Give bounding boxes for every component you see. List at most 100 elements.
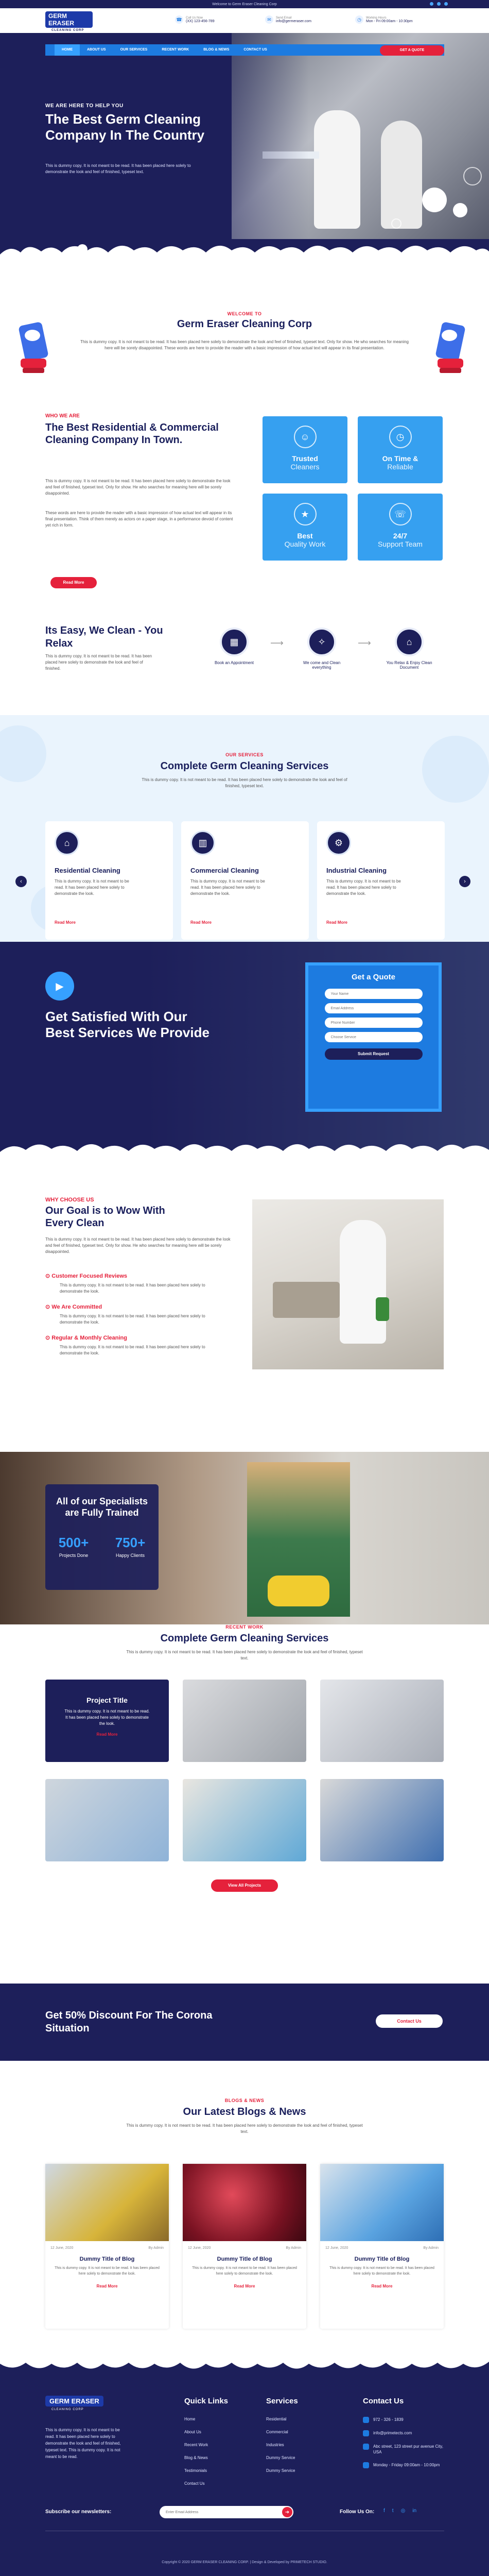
name-field[interactable]: [324, 989, 423, 999]
nav-about[interactable]: ABOUT US: [80, 44, 113, 56]
next-arrow-icon[interactable]: ›: [459, 876, 470, 887]
footer-link[interactable]: Industries: [266, 2443, 298, 2447]
projects-text: This is dummy copy. It is not meant to b…: [126, 1650, 363, 1660]
footer-link[interactable]: Dummy Service: [266, 2468, 298, 2473]
calendar-icon: ▦: [220, 628, 249, 656]
service-read-more[interactable]: Read More: [55, 920, 76, 925]
instagram-icon[interactable]: [444, 2, 448, 6]
service-read-more[interactable]: Read More: [326, 920, 347, 925]
nav-home[interactable]: HOME: [55, 44, 80, 56]
hero-kicker: WE ARE HERE TO HELP YOU: [45, 103, 124, 109]
linkedin-icon[interactable]: in: [412, 2508, 416, 2514]
footer-link[interactable]: Blog & News: [184, 2455, 228, 2460]
spray-icon: ✧: [307, 628, 336, 656]
top-social-links: [430, 2, 448, 6]
blog-text: This is dummy copy. It is not meant to b…: [192, 2266, 297, 2276]
project-image[interactable]: [183, 1680, 306, 1762]
welcome-text: Welcome to Germ Eraser Cleaning Corp: [212, 2, 277, 6]
nav-contact[interactable]: CONTACT US: [236, 44, 274, 56]
service-select[interactable]: [324, 1032, 423, 1042]
newsletter-label: Subscribe our newsletters:: [45, 2509, 112, 2515]
site-header: GERM ERASER CLEANING CORP ☎ Call Us Now(…: [0, 8, 489, 33]
footer-link[interactable]: About Us: [184, 2430, 228, 2434]
welcome-text: This is dummy copy. It is not meant to b…: [80, 340, 409, 350]
service-text: This is dummy copy. It is not meant to b…: [190, 879, 265, 896]
logo[interactable]: GERM ERASER CLEANING CORP: [45, 11, 93, 32]
service-card-commercial[interactable]: ▥ Commercial Cleaning This is dummy copy…: [181, 821, 309, 940]
get-quote-button[interactable]: GET A QUOTE: [380, 45, 444, 56]
instagram-icon[interactable]: ◎: [401, 2508, 406, 2514]
blog-read-more[interactable]: Read More: [45, 2284, 169, 2289]
footer-logo[interactable]: GERM ERASER CLEANING CORP: [45, 2396, 103, 2411]
project-image[interactable]: [183, 1779, 306, 1861]
footer-link[interactable]: Testimonials: [184, 2468, 228, 2473]
blog-author: By Admin: [286, 2246, 301, 2250]
building-icon: ▥: [190, 831, 215, 855]
service-read-more[interactable]: Read More: [190, 920, 212, 925]
trained-title: All of our Specialists are Fully Trained: [56, 1496, 148, 1518]
phone-icon: [363, 2417, 369, 2423]
why-photo: [252, 1199, 444, 1369]
blogs-text: This is dummy copy. It is not meant to b…: [126, 2123, 363, 2134]
project-card-featured[interactable]: Project Title This is dummy copy. It is …: [45, 1680, 169, 1762]
newsletter-email-input[interactable]: [160, 2506, 293, 2518]
blogs-title: Our Latest Blogs & News: [183, 2106, 306, 2117]
play-video-icon[interactable]: ▶: [45, 972, 74, 1001]
clients-count: 750+: [115, 1535, 146, 1550]
footer-link[interactable]: Home: [184, 2417, 228, 2421]
house-icon: ⌂: [55, 831, 79, 855]
nav-services[interactable]: OUR SERVICES: [113, 44, 155, 56]
submit-request-button[interactable]: Submit Request: [324, 1048, 423, 1060]
process-section: Its Easy, We Clean - You Relax This is d…: [0, 566, 489, 715]
twitter-icon[interactable]: t: [392, 2508, 394, 2514]
twitter-icon[interactable]: [437, 2, 441, 6]
who-kicker: WHO WE ARE: [45, 413, 80, 419]
header-email[interactable]: ✉ Send Email info@germeraser.com: [265, 15, 311, 24]
phone-field[interactable]: [324, 1018, 423, 1028]
project-image[interactable]: [320, 1779, 444, 1861]
footer-link[interactable]: Recent Work: [184, 2443, 228, 2447]
recent-work-section: RECENT WORK Complete Germ Cleaning Servi…: [0, 1624, 489, 1913]
service-card-industrial[interactable]: ⚙ Industrial Cleaning This is dummy copy…: [317, 821, 445, 940]
satisfied-title: Get Satisfied With Our Best Services We …: [45, 1009, 209, 1040]
project-image[interactable]: [45, 1779, 169, 1861]
blog-read-more[interactable]: Read More: [320, 2284, 444, 2289]
footer-link[interactable]: Dummy Service: [266, 2455, 298, 2460]
email-field[interactable]: [324, 1003, 423, 1013]
service-card-residential[interactable]: ⌂ Residential Cleaning This is dummy cop…: [45, 821, 173, 940]
follow-label: Follow Us On:: [340, 2509, 375, 2515]
team-icon: ☺: [293, 426, 317, 448]
blog-card[interactable]: 12 June, 2020 By Admin Dummy Title of Blo…: [45, 2164, 169, 2329]
hero-section: WE ARE HERE TO HELP YOU The Best Germ Cl…: [0, 33, 489, 262]
blog-read-more[interactable]: Read More: [183, 2284, 306, 2289]
footer-link[interactable]: Commercial: [266, 2430, 298, 2434]
blog-title: Dummy Title of Blog: [354, 2256, 410, 2262]
view-all-projects-button[interactable]: View All Projects: [211, 1879, 278, 1892]
footer-link[interactable]: Residential: [266, 2417, 298, 2421]
blog-image: [183, 2164, 306, 2241]
why-choose-us-section: WHY CHOOSE US Our Goal is to Wow With Ev…: [0, 1158, 489, 1436]
send-arrow-icon[interactable]: ➜: [282, 2507, 292, 2517]
why-item-reviews: ⊙ Customer Focused Reviews This is dummy…: [45, 1273, 205, 1294]
feature-trusted-cleaners: ☺ Trusted Cleaners: [263, 416, 347, 483]
blog-card[interactable]: 12 June, 2020 By Admin Dummy Title of Blo…: [320, 2164, 444, 2329]
nav-recent-work[interactable]: RECENT WORK: [154, 44, 196, 56]
footer-link[interactable]: Contact Us: [184, 2481, 228, 2486]
blog-author: By Admin: [423, 2246, 439, 2250]
services-section: OUR SERVICES Complete Germ Cleaning Serv…: [0, 715, 489, 942]
arrow-right-icon: ⟶: [270, 638, 284, 648]
cleaner-figure-2: [381, 121, 422, 229]
hours-value: Mon - Fri 09:00am - 10:30pm: [366, 19, 413, 23]
facebook-icon[interactable]: [430, 2, 433, 6]
header-call[interactable]: ☎ Call Us Now (XX) 123-456-789: [175, 15, 215, 24]
facebook-icon[interactable]: f: [383, 2508, 385, 2514]
project-read-more[interactable]: Read More: [45, 1732, 169, 1737]
cloud-divider: [0, 1144, 489, 1158]
project-image[interactable]: [320, 1680, 444, 1762]
hero-text: This is dummy copy. It is not meant to b…: [45, 163, 191, 174]
nav-blog[interactable]: BLOG & NEWS: [196, 44, 236, 56]
prev-arrow-icon[interactable]: ‹: [15, 876, 27, 887]
blog-text: This is dummy copy. It is not meant to b…: [329, 2266, 434, 2276]
blog-card[interactable]: 12 June, 2020 By Admin Dummy Title of Blo…: [183, 2164, 306, 2329]
contact-us-button[interactable]: Contact Us: [376, 2014, 443, 2028]
